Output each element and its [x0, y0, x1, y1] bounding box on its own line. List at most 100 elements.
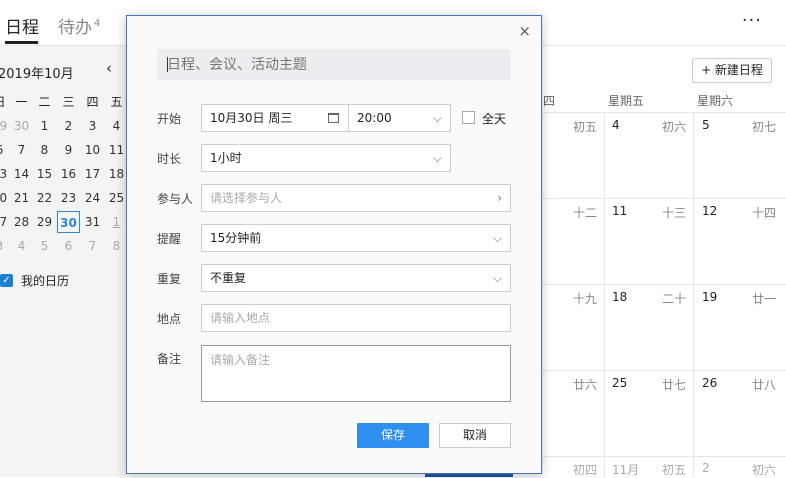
more-icon[interactable]: ··· — [742, 10, 762, 31]
mini-day[interactable]: 6 — [57, 235, 80, 257]
mini-day[interactable]: 29 — [33, 211, 56, 233]
mini-day[interactable]: 30 — [10, 115, 33, 137]
all-day-label: 全天 — [482, 112, 507, 126]
day-number[interactable]: 5 — [702, 118, 710, 132]
chevron-down-icon: ⌵ — [432, 111, 442, 125]
mini-day[interactable]: 22 — [33, 187, 56, 209]
mini-week-row: 20 21 22 23 24 25 — [0, 187, 130, 211]
lunar-date: 廿八 — [752, 378, 777, 392]
mini-day[interactable]: 15 — [33, 163, 56, 185]
mini-day[interactable]: 17 — [81, 163, 104, 185]
mini-day[interactable]: 4 — [105, 115, 128, 137]
mini-day[interactable]: 16 — [57, 163, 80, 185]
my-calendar-label: 我的日历 — [21, 274, 70, 288]
notes-label: 备注 — [157, 352, 182, 366]
close-icon[interactable]: × — [518, 22, 531, 40]
weekday-header: 四 — [543, 94, 556, 108]
chevron-left-icon[interactable]: ‹ — [106, 59, 112, 77]
duration-label: 时长 — [157, 152, 182, 166]
start-date-field[interactable]: 10月30日 周三 — [201, 104, 349, 132]
mini-day[interactable]: 21 — [10, 187, 33, 209]
lunar-date: 初五 — [662, 463, 687, 477]
mini-calendar-weekday-row: 日 一 二 三 四 五 — [0, 91, 130, 115]
all-day-checkbox[interactable] — [462, 111, 475, 124]
mini-day[interactable]: 31 — [81, 211, 104, 233]
reminder-label: 提醒 — [157, 232, 182, 246]
mini-weekday: 二 — [38, 95, 51, 109]
day-number[interactable]: 11 — [612, 204, 627, 218]
mini-week-row: 3 4 5 6 7 8 — [0, 235, 130, 259]
mini-day[interactable]: 24 — [81, 187, 104, 209]
mini-weekday: 五 — [110, 95, 123, 109]
mini-day[interactable]: 23 — [57, 187, 80, 209]
duration-select[interactable]: 1小时 ⌵ — [201, 144, 451, 172]
mini-calendar-month-title: 2019年10月 — [0, 67, 74, 82]
mini-day[interactable]: 8 — [33, 139, 56, 161]
new-event-button[interactable]: + 新建日程 — [692, 58, 772, 83]
mini-day[interactable]: 28 — [10, 211, 33, 233]
start-date-value: 10月30日 周三 — [210, 111, 293, 125]
chevron-down-icon: ⌵ — [432, 151, 442, 165]
grid-line — [604, 112, 605, 477]
notes-textarea[interactable]: 请输入备注 — [201, 345, 511, 402]
chevron-down-icon: ⌵ — [492, 231, 502, 245]
mini-day[interactable]: 3 — [81, 115, 104, 137]
mini-day[interactable]: 4 — [10, 235, 33, 257]
mini-week-row: 27 28 29 30 31 1 — [0, 211, 130, 235]
day-number[interactable]: 4 — [612, 118, 620, 132]
day-number[interactable]: 26 — [702, 376, 717, 390]
mini-weekday: 四 — [86, 95, 99, 109]
participants-picker[interactable]: 请选择参与人 › — [201, 184, 511, 212]
save-button[interactable]: 保存 — [357, 423, 429, 448]
mini-day[interactable]: 8 — [105, 235, 128, 257]
mini-day[interactable]: 9 — [57, 139, 80, 161]
location-placeholder: 请输入地点 — [210, 311, 271, 325]
mini-day[interactable]: 18 — [105, 163, 128, 185]
mini-day[interactable]: 7 — [81, 235, 104, 257]
mini-day[interactable]: 1 — [33, 115, 56, 137]
location-input[interactable]: 请输入地点 — [201, 304, 511, 332]
tab-todo[interactable]: 待办 4 — [58, 13, 100, 38]
lunar-date: 十四 — [752, 206, 777, 220]
day-number[interactable]: 12 — [702, 204, 717, 218]
lunar-date: 初五 — [573, 120, 598, 134]
lunar-date: 廿七 — [662, 378, 687, 392]
tab-schedule[interactable]: 日程 — [5, 13, 39, 38]
notes-placeholder: 请输入备注 — [210, 353, 271, 367]
mini-day[interactable]: 14 — [10, 163, 33, 185]
mini-day[interactable]: 11 — [105, 139, 128, 161]
repeat-label: 重复 — [157, 272, 182, 286]
day-number[interactable]: 25 — [612, 376, 627, 390]
event-title-input[interactable] — [157, 49, 511, 80]
day-number[interactable]: 19 — [702, 290, 717, 304]
location-label: 地点 — [157, 312, 182, 326]
new-event-dialog: × 开始 10月30日 周三 20:00 ⌵ 全天 时长 1小时 ⌵ 参与人 请… — [126, 15, 542, 474]
my-calendar-checkbox[interactable]: ✓ — [0, 274, 13, 287]
mini-day[interactable]: 1 — [105, 211, 128, 233]
sidebar: 2019年10月 ‹ 日 一 二 三 四 五 29 30 1 2 3 4 6 7… — [0, 46, 127, 477]
weekday-header: 星期六 — [697, 94, 734, 108]
mini-day[interactable]: 25 — [105, 187, 128, 209]
repeat-select[interactable]: 不重复 ⌵ — [201, 264, 511, 292]
mini-day-today[interactable]: 30 — [57, 211, 80, 233]
day-number[interactable]: 18 — [612, 290, 627, 304]
lunar-date: 廿六 — [573, 378, 598, 392]
lunar-date: 初六 — [662, 120, 687, 134]
cancel-button[interactable]: 取消 — [439, 423, 511, 448]
weekday-header: 星期五 — [608, 94, 645, 108]
lunar-date: 初七 — [752, 120, 777, 134]
mini-day[interactable]: 5 — [33, 235, 56, 257]
day-number[interactable]: 11月 — [612, 461, 639, 478]
mini-day[interactable]: 10 — [81, 139, 104, 161]
mini-day[interactable]: 7 — [10, 139, 33, 161]
repeat-value: 不重复 — [210, 271, 247, 285]
mini-week-row: 29 30 1 2 3 4 — [0, 115, 130, 139]
lunar-date: 二十 — [662, 292, 687, 306]
mini-day[interactable]: 2 — [57, 115, 80, 137]
mini-weekday: 一 — [15, 95, 28, 109]
calendar-icon[interactable] — [328, 113, 339, 123]
reminder-select[interactable]: 15分钟前 ⌵ — [201, 224, 511, 252]
start-time-select[interactable]: 20:00 ⌵ — [348, 104, 451, 132]
day-number[interactable]: 2 — [702, 461, 710, 475]
chevron-down-icon: ⌵ — [492, 271, 502, 285]
